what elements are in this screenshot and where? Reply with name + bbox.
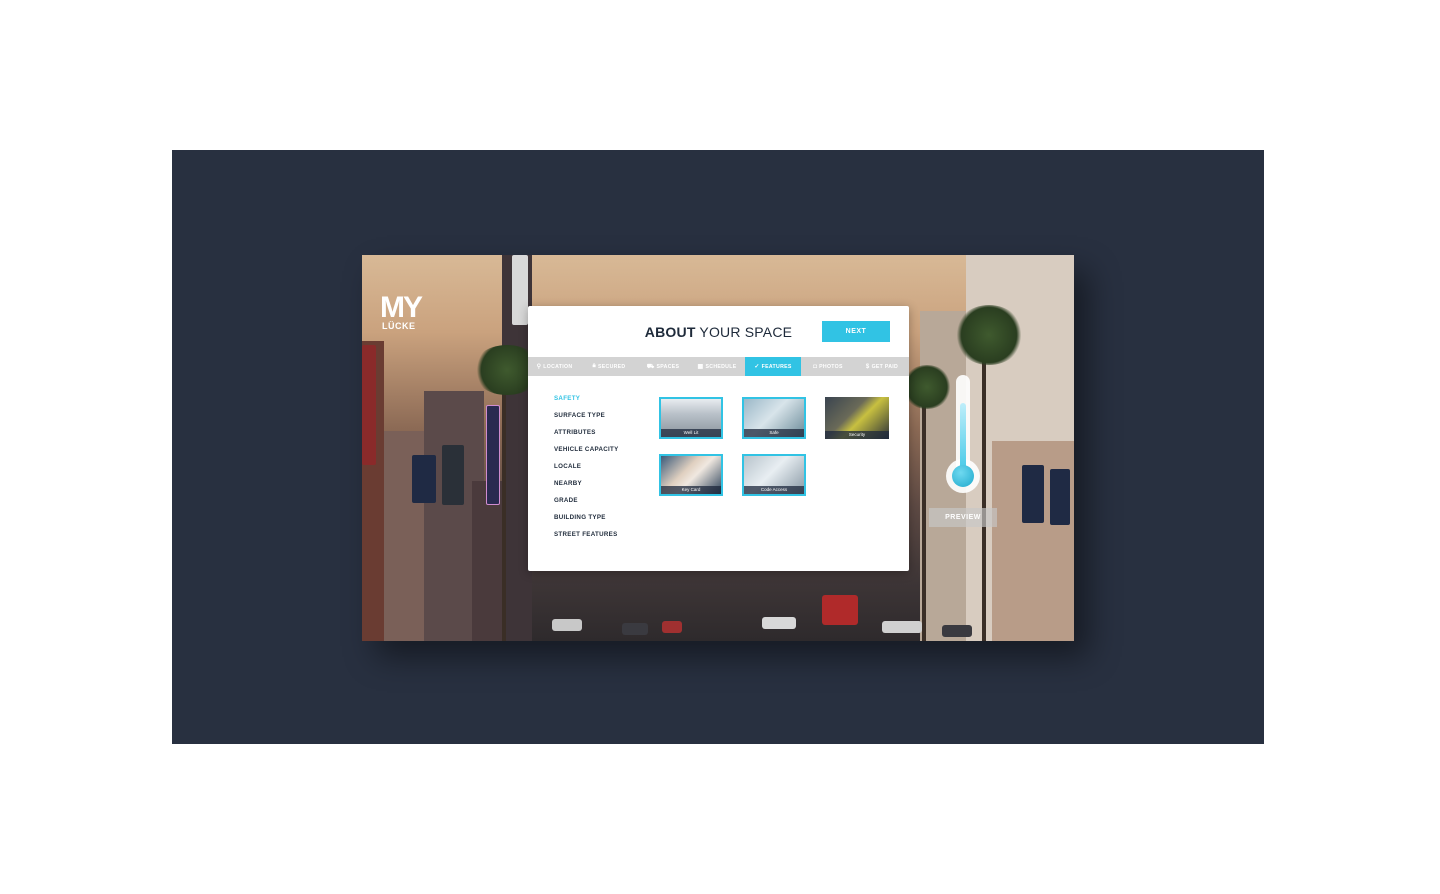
car-icon: ⛟ — [646, 363, 655, 370]
calendar-icon: ▦ — [697, 364, 704, 370]
category-building-type[interactable]: BUILDING TYPE — [554, 514, 619, 531]
feature-tile-safe[interactable]: Safe — [742, 397, 806, 439]
category-attributes[interactable]: ATTRIBUTES — [554, 429, 619, 446]
about-your-space-modal: ABOUT YOUR SPACE NEXT ⚲ LOCATION 🔒︎ SECURED… — [528, 306, 909, 571]
tab-photos[interactable]: ◘ PHOTOS — [801, 357, 855, 376]
app-screen: MY LÜCKE ABOUT YOUR SPACE NEXT ⚲ LOCATION… — [362, 255, 1074, 641]
thermometer-bulb-fill — [952, 465, 974, 487]
category-surface-type[interactable]: SURFACE TYPE — [554, 412, 619, 429]
feature-caption: Key Card — [661, 486, 721, 494]
camera-icon: ◘ — [813, 363, 818, 370]
tab-secured[interactable]: 🔒︎ SECURED — [581, 357, 637, 376]
category-vehicle-capacity[interactable]: VEHICLE CAPACITY — [554, 446, 619, 463]
tab-schedule[interactable]: ▦ SCHEDULE — [689, 357, 745, 376]
tab-label: GET PAID — [871, 363, 899, 370]
feature-caption: Safe — [744, 429, 804, 437]
tab-label: SCHEDULE — [705, 363, 737, 370]
modal-title-bold: ABOUT — [644, 324, 696, 340]
feature-caption: Well Lit — [661, 429, 721, 437]
feature-caption: Security — [825, 431, 889, 439]
tab-label: FEATURES — [761, 363, 792, 370]
dollar-icon: $ — [865, 363, 870, 370]
feature-tile-well-lit[interactable]: Well Lit — [659, 397, 723, 439]
tab-label: PHOTOS — [819, 363, 843, 370]
category-street-features[interactable]: STREET FEATURES — [554, 531, 619, 548]
feature-tile-code-access[interactable]: Code Access — [742, 454, 806, 496]
category-safety[interactable]: SAFETY — [554, 395, 619, 412]
logo-wordmark: LÜCKE — [382, 321, 416, 331]
tab-label: SPACES — [656, 363, 680, 370]
tab-label: LOCATION — [543, 363, 573, 370]
tab-label: SECURED — [598, 363, 626, 370]
lock-icon: 🔒︎ — [592, 363, 597, 369]
feature-caption: Code Access — [744, 486, 804, 494]
tab-location[interactable]: ⚲ LOCATION — [528, 357, 581, 376]
progress-thermometer — [946, 375, 980, 501]
next-button[interactable]: NEXT — [822, 321, 890, 342]
category-locale[interactable]: LOCALE — [554, 463, 619, 480]
map-pin-icon: ⚲ — [536, 364, 542, 370]
feature-tile-security[interactable]: Security — [825, 397, 889, 439]
tab-spaces[interactable]: ⛟ SPACES — [637, 357, 689, 376]
feature-category-list: SAFETY SURFACE TYPE ATTRIBUTES VEHICLE CAPA… — [554, 395, 619, 548]
category-nearby[interactable]: NEARBY — [554, 480, 619, 497]
step-tabs: ⚲ LOCATION 🔒︎ SECURED ⛟ SPACES ▦ SCHEDULE ✓ FEATU… — [528, 357, 909, 376]
mylucke-logo[interactable]: MY LÜCKE — [380, 293, 428, 333]
tab-get-paid[interactable]: $ GET PAID — [855, 357, 909, 376]
tab-features[interactable]: ✓ FEATURES — [745, 357, 801, 376]
modal-title-rest: YOUR SPACE — [695, 324, 793, 340]
check-icon: ✓ — [754, 364, 760, 370]
category-grade[interactable]: GRADE — [554, 497, 619, 514]
feature-tile-key-card[interactable]: Key Card — [659, 454, 723, 496]
preview-button[interactable]: PREVIEW — [929, 508, 997, 527]
logo-mark: MY — [380, 291, 423, 324]
